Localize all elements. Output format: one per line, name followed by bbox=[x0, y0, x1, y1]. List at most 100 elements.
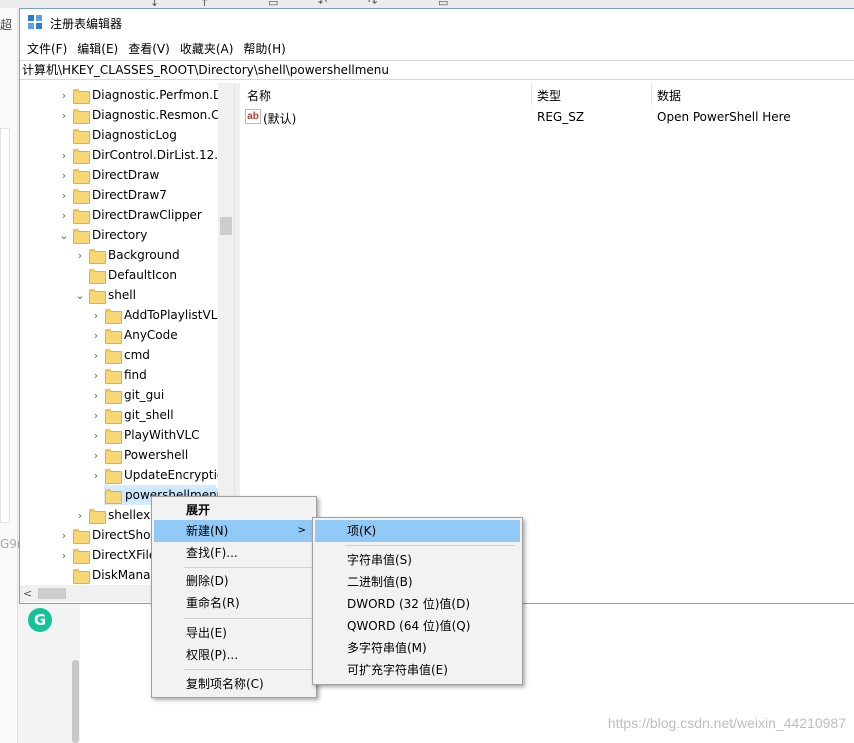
tree-item[interactable]: › DirectDraw7 bbox=[58, 185, 167, 205]
window-title: 注册表编辑器 bbox=[50, 16, 123, 31]
tree-item-label: Diagnostic.Resmon.C bbox=[92, 108, 220, 122]
submenu-arrow-icon: > bbox=[297, 525, 306, 536]
menu-favorites[interactable]: 收藏夹(A) bbox=[175, 40, 239, 57]
menu-view[interactable]: 查看(V) bbox=[123, 40, 175, 57]
tree-item-label: Directory bbox=[92, 228, 148, 242]
chevron-down-icon[interactable]: ⌄ bbox=[74, 289, 86, 302]
tree-item[interactable]: › DirectDrawClipper bbox=[58, 205, 202, 225]
chevron-right-icon[interactable]: › bbox=[74, 509, 86, 522]
tree-item[interactable]: › Diagnostic.Perfmon.D bbox=[58, 85, 222, 105]
scroll-left-arrow-icon[interactable]: < bbox=[23, 587, 32, 600]
tree-item[interactable]: ⌄ Directory bbox=[58, 225, 147, 245]
tree-item-label: UpdateEncryptio bbox=[124, 468, 225, 482]
folder-icon bbox=[73, 228, 90, 244]
menu-item-find[interactable]: 查找(F)... bbox=[154, 542, 314, 564]
submenu-item-dword-value[interactable]: DWORD (32 位)值(D) bbox=[315, 593, 520, 615]
menu-file[interactable]: 文件(F) bbox=[22, 40, 72, 57]
chevron-right-icon[interactable]: › bbox=[90, 309, 102, 322]
background-scrollbar[interactable] bbox=[72, 660, 79, 743]
address-bar[interactable]: 计算机\HKEY_CLASSES_ROOT\Directory\shell\po… bbox=[20, 60, 854, 80]
chevron-right-icon[interactable]: › bbox=[90, 429, 102, 442]
chevron-right-icon[interactable]: › bbox=[90, 449, 102, 462]
submenu-item-multi-string-value[interactable]: 多字符串值(M) bbox=[315, 637, 520, 659]
tree-item[interactable]: › Powershell bbox=[90, 445, 188, 465]
tree-item[interactable]: › Background bbox=[74, 245, 180, 265]
tree-item-label: cmd bbox=[124, 348, 150, 362]
submenu-item-string-value[interactable]: 字符串值(S) bbox=[315, 549, 520, 571]
tree-item[interactable]: DiagnosticLog bbox=[58, 125, 177, 145]
menu-item-copy-key-name[interactable]: 复制项名称(C) bbox=[154, 673, 314, 695]
menu-item-export[interactable]: 导出(E) bbox=[154, 622, 314, 644]
chevron-right-icon[interactable]: › bbox=[90, 349, 102, 362]
value-row[interactable]: ab (默认) REG_SZ Open PowerShell Here bbox=[241, 107, 854, 127]
tree-item-label: shell bbox=[108, 288, 136, 302]
folder-icon bbox=[89, 248, 106, 264]
tree-item[interactable]: › cmd bbox=[90, 345, 150, 365]
tree-item[interactable]: › DirectDraw bbox=[58, 165, 159, 185]
scroll-thumb[interactable] bbox=[220, 217, 232, 235]
column-data[interactable]: 数据 bbox=[657, 87, 681, 104]
submenu-item-binary-value[interactable]: 二进制值(B) bbox=[315, 571, 520, 593]
hscroll-thumb[interactable] bbox=[38, 588, 66, 599]
grammarly-icon[interactable]: G bbox=[28, 608, 52, 632]
menu-help[interactable]: 帮助(H) bbox=[238, 40, 290, 57]
folder-icon bbox=[105, 328, 122, 344]
tree-item[interactable]: › git_gui bbox=[90, 385, 164, 405]
submenu-item-key[interactable]: 项(K) bbox=[315, 520, 520, 542]
toolbar-box-icon: ▭ bbox=[438, 0, 449, 9]
tree-item-label: Background bbox=[108, 248, 180, 262]
tree-item[interactable]: › AddToPlaylistVL bbox=[90, 305, 217, 325]
chevron-right-icon[interactable]: › bbox=[58, 169, 70, 182]
value-name: (默认) bbox=[263, 112, 297, 126]
tree-item[interactable]: › shellex bbox=[74, 505, 150, 525]
tree-item[interactable]: ⌄ shell bbox=[74, 285, 136, 305]
menu-edit[interactable]: 编辑(E) bbox=[72, 40, 123, 57]
tree-item-label: PlayWithVLC bbox=[124, 428, 200, 442]
tree-item[interactable]: › DirectShow bbox=[58, 525, 160, 545]
toolbar-document-icon: ▭ bbox=[268, 0, 279, 9]
string-value-icon: ab bbox=[245, 109, 261, 124]
title-bar[interactable]: 注册表编辑器 bbox=[20, 9, 854, 37]
chevron-right-icon[interactable]: › bbox=[58, 149, 70, 162]
tree-item[interactable]: › UpdateEncryptio bbox=[90, 465, 224, 485]
tree-item-label: DiskMana bbox=[92, 568, 151, 582]
tree-item-label: DirectDrawClipper bbox=[92, 208, 202, 222]
folder-icon bbox=[73, 548, 90, 564]
chevron-right-icon[interactable]: › bbox=[90, 369, 102, 382]
chevron-down-icon[interactable]: ⌄ bbox=[58, 229, 70, 242]
tree-item[interactable]: › PlayWithVLC bbox=[90, 425, 200, 445]
menu-item-rename[interactable]: 重命名(R) bbox=[154, 592, 314, 614]
chevron-right-icon[interactable]: › bbox=[58, 549, 70, 562]
chevron-right-icon[interactable]: › bbox=[90, 469, 102, 482]
chevron-right-icon[interactable]: › bbox=[58, 209, 70, 222]
tree-item[interactable]: › find bbox=[90, 365, 147, 385]
tree-item-label: shellex bbox=[108, 508, 151, 522]
tree-item[interactable]: › DirectXFile bbox=[58, 545, 156, 565]
tree-item[interactable]: DiskMana bbox=[58, 565, 150, 585]
chevron-right-icon[interactable]: › bbox=[74, 249, 86, 262]
menu-item-new[interactable]: 新建(N) > bbox=[154, 520, 314, 542]
submenu-item-qword-value[interactable]: QWORD (64 位)值(Q) bbox=[315, 615, 520, 637]
menu-item-expand[interactable]: 展开 bbox=[154, 499, 314, 521]
tree-item[interactable]: › Diagnostic.Resmon.C bbox=[58, 105, 219, 125]
menu-item-permissions[interactable]: 权限(P)... bbox=[154, 644, 314, 666]
tree-item[interactable]: › AnyCode bbox=[90, 325, 178, 345]
tree-item-label: DirControl.DirList.12.0 bbox=[92, 148, 226, 162]
menu-separator bbox=[184, 618, 312, 619]
tree-item-label: AnyCode bbox=[124, 328, 178, 342]
column-name[interactable]: 名称 bbox=[247, 87, 271, 104]
tree-item[interactable]: DefaultIcon bbox=[74, 265, 177, 285]
chevron-right-icon[interactable]: › bbox=[90, 389, 102, 402]
menu-item-delete[interactable]: 删除(D) bbox=[154, 570, 314, 592]
submenu-item-expandable-string-value[interactable]: 可扩充字符串值(E) bbox=[315, 659, 520, 681]
chevron-right-icon[interactable]: › bbox=[58, 189, 70, 202]
chevron-right-icon[interactable]: › bbox=[90, 409, 102, 422]
toolbar-redo-icon: ↷ bbox=[368, 0, 378, 9]
tree-item[interactable]: › git_shell bbox=[90, 405, 174, 425]
chevron-right-icon[interactable]: › bbox=[58, 529, 70, 542]
tree-item[interactable]: › DirControl.DirList.12.0 bbox=[58, 145, 226, 165]
chevron-right-icon[interactable]: › bbox=[58, 109, 70, 122]
column-type[interactable]: 类型 bbox=[537, 87, 561, 104]
chevron-right-icon[interactable]: › bbox=[90, 329, 102, 342]
chevron-right-icon[interactable]: › bbox=[58, 89, 70, 102]
